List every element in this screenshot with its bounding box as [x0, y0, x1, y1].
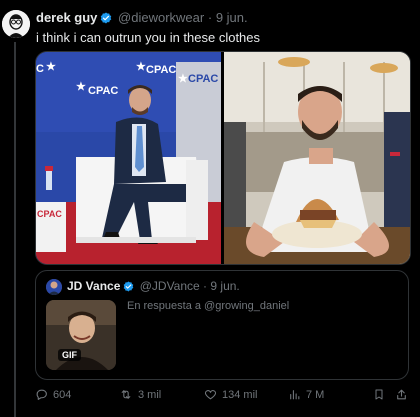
like-count: 134 mil — [222, 388, 258, 401]
tweet-text: i think i can outrun you in these clothe… — [36, 30, 261, 45]
retweet-icon — [119, 388, 133, 401]
quoted-gif[interactable]: GIF — [46, 300, 116, 370]
retweet-button[interactable]: 3 mil — [119, 388, 161, 401]
separator-dot: · — [203, 279, 208, 293]
views-button[interactable]: 7 M — [288, 388, 324, 401]
verified-badge-icon — [100, 12, 112, 27]
author-avatar[interactable] — [2, 10, 30, 38]
svg-text:★: ★ — [76, 81, 86, 93]
svg-text:CPAC: CPAC — [146, 64, 176, 76]
svg-text:★: ★ — [136, 61, 146, 73]
views-count: 7 M — [306, 388, 325, 401]
svg-text:C: C — [36, 63, 44, 75]
share-button[interactable] — [395, 388, 408, 401]
author-name[interactable]: derek guy — [36, 10, 97, 25]
bookmark-button[interactable] — [373, 388, 385, 401]
tweet-date[interactable]: 9 jun. — [216, 10, 248, 25]
quoted-author-avatar[interactable] — [46, 279, 62, 295]
reply-count: 604 — [53, 388, 72, 401]
separator-dot: · — [207, 10, 213, 25]
photo-restaurant-burger[interactable] — [224, 52, 410, 264]
verified-badge-icon — [123, 281, 134, 295]
reply-context: En respuesta a @growing_daniel — [127, 300, 290, 312]
svg-text:★: ★ — [46, 61, 56, 73]
svg-text:CPAC: CPAC — [188, 73, 218, 85]
bookmark-icon — [373, 388, 385, 401]
quoted-tweet-date[interactable]: 9 jun. — [210, 279, 239, 293]
reply-button[interactable]: 604 — [35, 388, 71, 401]
thread-line — [14, 42, 16, 417]
share-icon — [395, 388, 408, 401]
tweet-actions: 604 3 mil 134 mil 7 M — [35, 388, 410, 406]
svg-text:CPAC: CPAC — [88, 85, 118, 97]
views-chart-icon — [288, 388, 301, 401]
author-handle[interactable]: @dieworkwear — [118, 10, 204, 25]
like-button[interactable]: 134 mil — [204, 388, 257, 401]
heart-icon — [204, 388, 217, 401]
quoted-author-name[interactable]: JD Vance — [67, 279, 120, 293]
retweet-count: 3 mil — [138, 388, 162, 401]
reply-icon — [35, 388, 48, 401]
svg-text:CPAC: CPAC — [37, 209, 62, 219]
tweet[interactable]: derek guy @dieworkwear · 9 jun. i think … — [0, 0, 420, 417]
quoted-tweet[interactable]: JD Vance @JDVance · 9 jun. GIF En respue… — [35, 270, 409, 380]
quoted-tweet-header: JD Vance @JDVance · 9 jun. — [67, 279, 240, 295]
photo-cpac-stage[interactable]: ★ ★ ★ ★ CPAC CPAC CPAC C CPAC — [36, 52, 221, 264]
gif-badge: GIF — [58, 349, 81, 361]
tweet-header: derek guy @dieworkwear · 9 jun. — [36, 10, 248, 27]
svg-text:★: ★ — [178, 73, 188, 85]
media-grid[interactable]: ★ ★ ★ ★ CPAC CPAC CPAC C CPAC — [35, 51, 411, 265]
quoted-author-handle[interactable]: @JDVance — [140, 279, 200, 293]
